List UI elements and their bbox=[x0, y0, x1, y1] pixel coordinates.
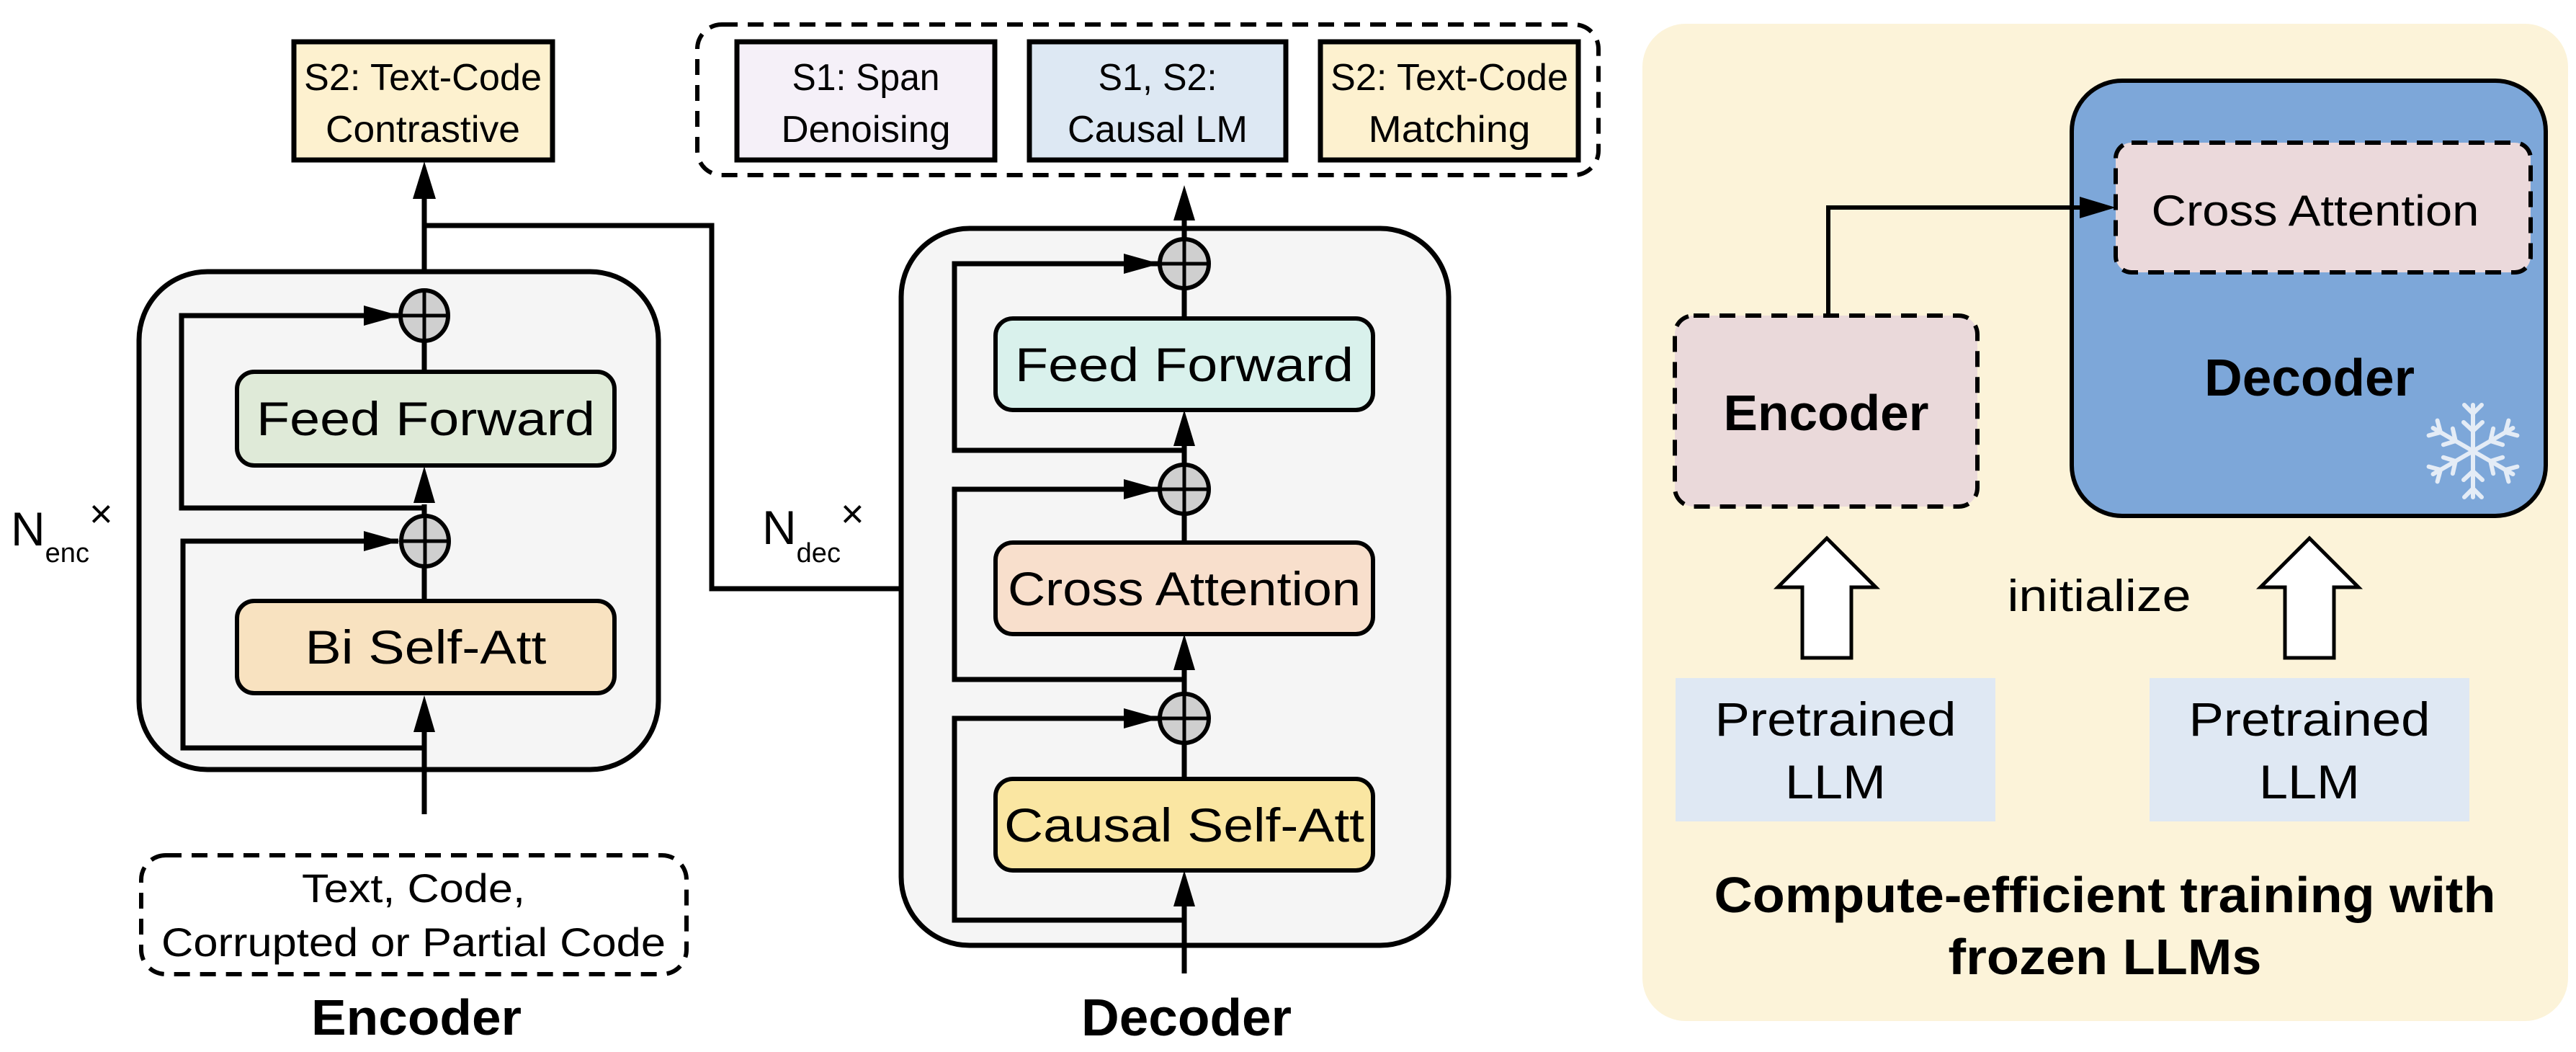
contrastive-line-2: Contrastive bbox=[326, 109, 520, 151]
encoder-bi-self-att-layer: Bi Self-Att bbox=[235, 599, 617, 695]
cross-attention-block: Cross Attention bbox=[2114, 141, 2533, 275]
objective-label-line-1: S2: Text-Code bbox=[1331, 57, 1568, 99]
arrow-up-icon bbox=[413, 161, 436, 199]
add-node-icon bbox=[398, 288, 450, 343]
objective-text-code-matching: S2: Text-Code Matching bbox=[1318, 39, 1581, 163]
initialize-label: initialize bbox=[2008, 571, 2191, 621]
encoder-input-line-2: Corrupted or Partial Code bbox=[161, 919, 666, 965]
pretrained-label-line-2: LLM bbox=[1785, 755, 1886, 808]
encoder-bi-self-att-label: Bi Self-Att bbox=[305, 620, 547, 674]
diagram-canvas: S2: Text-Code Contrastive Nenc× Feed For… bbox=[11, 22, 2568, 1047]
decoder-cross-attention-layer: Cross Attention bbox=[993, 540, 1375, 636]
pretrained-llm-right: Pretrained LLM bbox=[2150, 678, 2469, 821]
pretrained-label-line-1: Pretrained bbox=[2189, 692, 2430, 746]
decoder-repeat-label: Ndec× bbox=[762, 491, 864, 569]
panel-caption-line-1: Compute-efficient training with bbox=[1714, 867, 2496, 923]
pretrained-label-line-1: Pretrained bbox=[1715, 692, 1956, 746]
cross-attention-label: Cross Attention bbox=[2152, 187, 2479, 235]
objective-label-line-1: S1: Span bbox=[792, 57, 940, 99]
compute-efficient-panel: Cross Attention Decoder Encoder initiali… bbox=[1642, 24, 2568, 1021]
objective-label-line-2: Matching bbox=[1369, 109, 1531, 151]
arrow-up-icon bbox=[1173, 185, 1195, 220]
encoder-ff-label: Feed Forward bbox=[256, 392, 595, 445]
decoder-causal-self-att-layer: Causal Self-Att bbox=[993, 777, 1375, 873]
objective-label-line-2: Causal LM bbox=[1068, 109, 1248, 151]
decoder-cross-attention-label: Cross Attention bbox=[1008, 562, 1361, 615]
objective-label-line-2: Denoising bbox=[782, 109, 951, 151]
add-node-icon bbox=[1158, 463, 1211, 516]
contrastive-objective-box: S2: Text-Code Contrastive bbox=[291, 39, 555, 163]
decoder-section: S1: Span Denoising S1, S2: Causal LM S2:… bbox=[695, 22, 1601, 1047]
add-node-icon bbox=[1158, 692, 1211, 745]
trainable-encoder-label: Encoder bbox=[1724, 385, 1929, 441]
add-node-icon bbox=[399, 514, 451, 569]
pretrained-label-line-2: LLM bbox=[2259, 755, 2360, 808]
contrastive-line-1: S2: Text-Code bbox=[304, 57, 542, 99]
panel-caption-line-2: frozen LLMs bbox=[1949, 929, 2262, 985]
objective-label-line-1: S1, S2: bbox=[1099, 57, 1217, 99]
encoder-repeat-label: Nenc× bbox=[11, 491, 113, 569]
objective-causal-lm: S1, S2: Causal LM bbox=[1027, 39, 1289, 163]
decoder-feed-forward-layer: Feed Forward bbox=[993, 316, 1375, 412]
encoder-feed-forward-layer: Feed Forward bbox=[235, 370, 617, 468]
pretrained-llm-left: Pretrained LLM bbox=[1676, 678, 1995, 821]
decoder-caption: Decoder bbox=[1081, 989, 1292, 1047]
encoder-caption: Encoder bbox=[311, 989, 522, 1046]
trainable-encoder-block: Encoder bbox=[1673, 313, 1980, 509]
encoder-input-line-1: Text, Code, bbox=[302, 865, 525, 911]
objective-span-denoising: S1: Span Denoising bbox=[734, 39, 998, 163]
encoder-section: S2: Text-Code Contrastive Nenc× Feed For… bbox=[11, 39, 689, 1046]
frozen-decoder-label: Decoder bbox=[2204, 349, 2415, 407]
add-node-icon bbox=[1158, 237, 1211, 290]
encoder-input-box: Text, Code, Corrupted or Partial Code bbox=[139, 853, 689, 976]
decoder-ff-label: Feed Forward bbox=[1015, 338, 1354, 391]
decoder-causal-self-att-label: Causal Self-Att bbox=[1004, 798, 1364, 852]
